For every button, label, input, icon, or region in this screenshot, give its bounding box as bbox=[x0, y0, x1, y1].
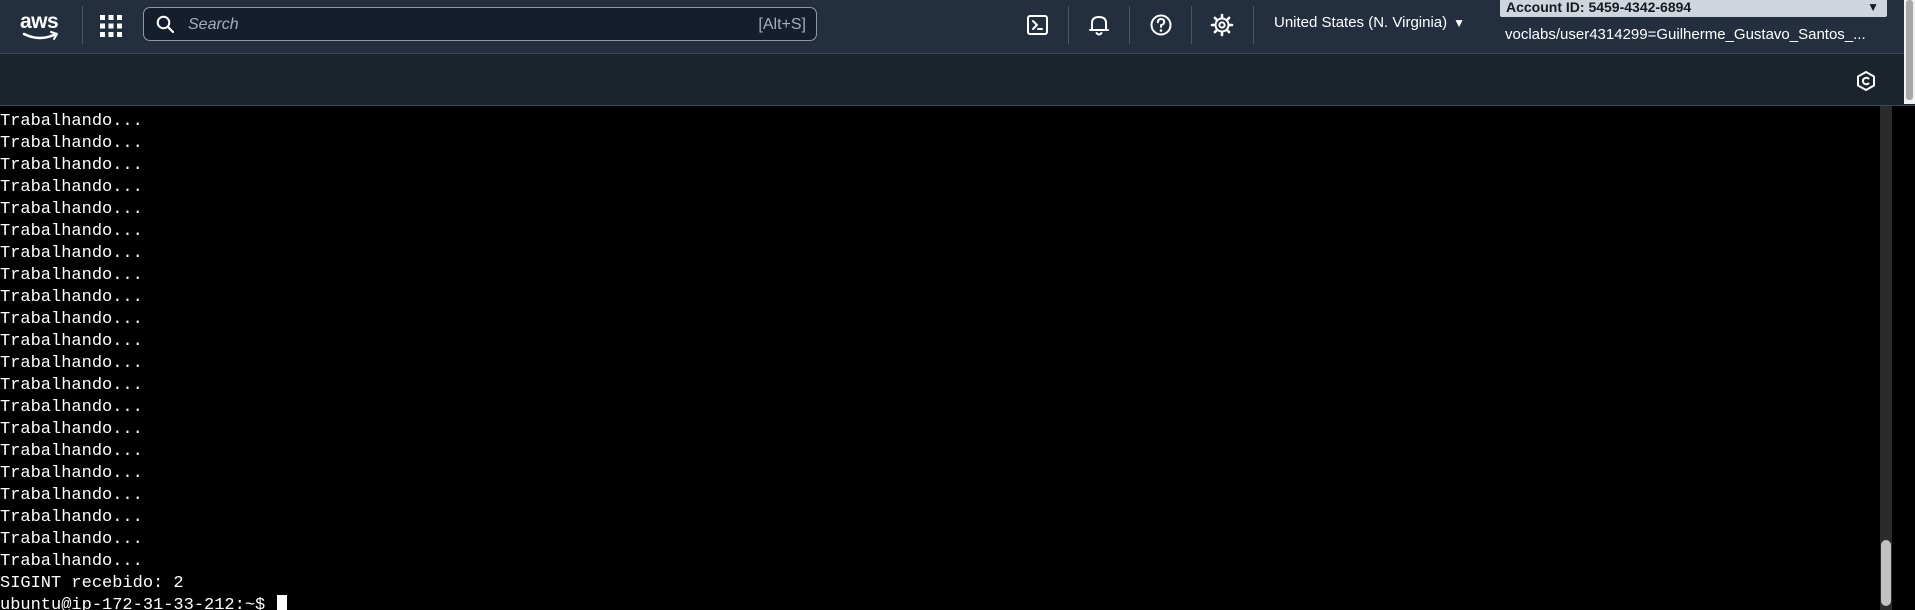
terminal-cursor bbox=[277, 595, 288, 610]
session-toolbar bbox=[0, 54, 1915, 106]
top-navigation-bar: aws Search [Alt+S] United States (N. Vir… bbox=[0, 0, 1915, 54]
terminal-line: Trabalhando... bbox=[0, 266, 143, 285]
search-icon bbox=[156, 15, 174, 33]
gear-icon[interactable] bbox=[1209, 12, 1235, 38]
terminal-line: Trabalhando... bbox=[0, 156, 143, 175]
terminal-line: Trabalhando... bbox=[0, 222, 143, 241]
terminal-line: Trabalhando... bbox=[0, 442, 143, 461]
terminal-scrollbar[interactable] bbox=[1880, 106, 1915, 610]
terminal-line: Trabalhando... bbox=[0, 178, 143, 197]
terminal-output: Trabalhando... Trabalhando... Trabalhando.… bbox=[0, 111, 288, 610]
terminal-line: Trabalhando... bbox=[0, 464, 143, 483]
services-grid-icon[interactable] bbox=[98, 13, 124, 39]
user-identity[interactable]: voclabs/user4314299=Guilherme_Gustavo_Sa… bbox=[1505, 26, 1887, 43]
terminal-line: Trabalhando... bbox=[0, 244, 143, 263]
aws-logo[interactable]: aws bbox=[18, 8, 62, 44]
terminal-line: Trabalhando... bbox=[0, 552, 143, 571]
terminal-line: Trabalhando... bbox=[0, 200, 143, 219]
scrollbar-thumb[interactable] bbox=[1881, 540, 1891, 606]
terminal-line: Trabalhando... bbox=[0, 508, 143, 527]
search-placeholder: Search bbox=[188, 16, 239, 33]
terminal-line: Trabalhando... bbox=[0, 398, 143, 417]
caret-down-icon: ▼ bbox=[1453, 16, 1466, 30]
terminal-line: SIGINT recebido: 2 bbox=[0, 574, 184, 593]
bell-icon[interactable] bbox=[1086, 12, 1112, 38]
divider bbox=[1253, 6, 1254, 44]
scrollbar-track bbox=[1880, 106, 1892, 610]
search-input[interactable]: Search [Alt+S] bbox=[143, 7, 817, 41]
terminal-line: Trabalhando... bbox=[0, 354, 143, 373]
divider bbox=[1191, 6, 1192, 44]
help-icon[interactable] bbox=[1148, 12, 1174, 38]
terminal-line: Trabalhando... bbox=[0, 420, 143, 439]
region-selector[interactable]: United States (N. Virginia) ▼ bbox=[1274, 14, 1465, 31]
terminal-line: Trabalhando... bbox=[0, 310, 143, 329]
divider bbox=[82, 6, 83, 44]
account-dropdown[interactable]: Account ID: 5459-4342-6894 ▼ bbox=[1500, 0, 1887, 17]
caret-down-icon: ▼ bbox=[1867, 0, 1879, 14]
region-label: United States (N. Virginia) bbox=[1274, 14, 1448, 31]
cloudshell-icon[interactable] bbox=[1025, 12, 1051, 38]
divider bbox=[1068, 6, 1069, 44]
terminal-line: Trabalhando... bbox=[0, 530, 143, 549]
account-id: Account ID: 5459-4342-6894 bbox=[1506, 0, 1692, 15]
terminal-line: Trabalhando... bbox=[0, 288, 143, 307]
aws-smile-icon bbox=[22, 31, 58, 40]
search-shortcut-hint: [Alt+S] bbox=[758, 16, 806, 33]
terminal-prompt: ubuntu@ip-172-31-33-212:~$ bbox=[0, 596, 276, 610]
hexagon-settings-icon[interactable] bbox=[1855, 70, 1877, 92]
terminal-line: Trabalhando... bbox=[0, 486, 143, 505]
terminal-line: Trabalhando... bbox=[0, 332, 143, 351]
terminal[interactable]: Trabalhando... Trabalhando... Trabalhando.… bbox=[0, 106, 1880, 610]
page-scrollbar-thumb[interactable] bbox=[1906, 0, 1913, 100]
terminal-line: Trabalhando... bbox=[0, 376, 143, 395]
terminal-prompt-line: ubuntu@ip-172-31-33-212:~$ bbox=[0, 595, 288, 610]
divider bbox=[1129, 6, 1130, 44]
terminal-line: Trabalhando... bbox=[0, 112, 143, 131]
terminal-line: Trabalhando... bbox=[0, 134, 143, 153]
